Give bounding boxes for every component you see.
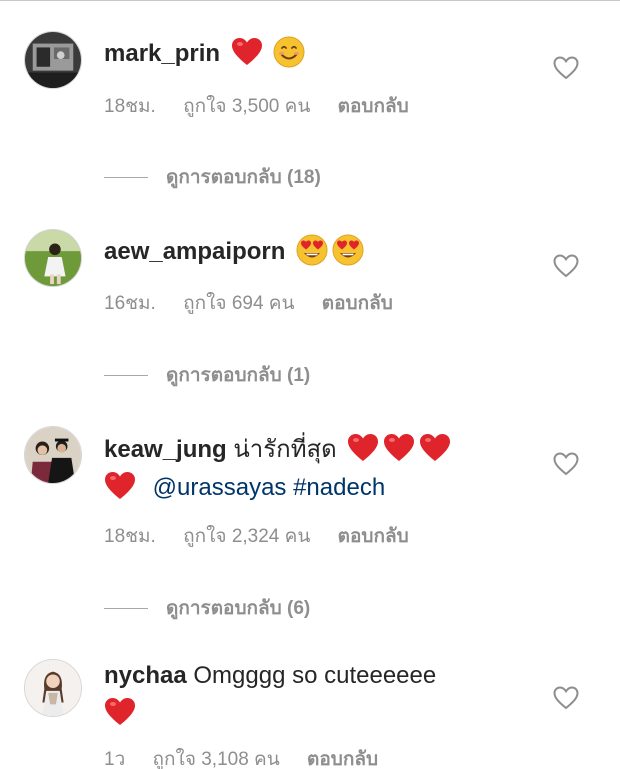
heart-eyes-emoji-icon: [296, 234, 328, 266]
avatar-photo-icon: [25, 427, 81, 483]
divider-line: [104, 177, 148, 179]
comment-time: 18ชม.: [104, 526, 156, 547]
avatar-photo-icon: [25, 32, 81, 88]
comment-username[interactable]: aew_ampaiporn: [104, 238, 285, 265]
comment-time: 16ชม.: [104, 293, 156, 314]
red-heart-emoji-icon: [104, 697, 136, 727]
comment-username[interactable]: keaw_jung: [104, 436, 227, 463]
comment-time: 18ชม.: [104, 96, 156, 117]
avatar-photo-icon: [25, 230, 81, 286]
like-heart-icon[interactable]: [553, 452, 579, 476]
divider-line: [104, 608, 148, 610]
view-replies-label: ดูการตอบกลับ (1): [166, 365, 311, 386]
comment-username[interactable]: nychaa: [104, 662, 187, 689]
avatar-photo-icon: [25, 660, 81, 716]
avatar[interactable]: [24, 31, 82, 89]
avatar[interactable]: [24, 426, 82, 484]
comment-time: 1ว: [104, 749, 126, 769]
red-heart-emoji-icon: [347, 433, 379, 463]
comment-likes[interactable]: ถูกใจ 3,108 คน: [153, 749, 280, 769]
comment-meta: 16ชม. ถูกใจ 694 คน ตอบกลับ: [104, 288, 415, 318]
comment-mentions[interactable]: @urassayas #nadech: [153, 474, 386, 501]
view-replies-button[interactable]: ดูการตอบกลับ (18): [104, 162, 321, 192]
comment-likes[interactable]: ถูกใจ 3,500 คน: [183, 96, 310, 117]
red-heart-emoji-icon: [383, 433, 415, 463]
comment-text: น่ารักที่สุด: [233, 436, 337, 463]
smiling-face-emoji-icon: [273, 36, 305, 68]
comment-text: Omgggg so cuteeeeee: [193, 662, 437, 689]
reply-button[interactable]: ตอบกลับ: [338, 526, 409, 547]
like-heart-icon[interactable]: [553, 686, 579, 710]
view-replies-label: ดูการตอบกลับ (18): [166, 167, 321, 188]
divider-line: [104, 375, 148, 377]
comments-panel: mark_prin 18ชม. ถูกใจ 3,500 คน ตอบกลับ ด…: [0, 0, 620, 769]
reply-button[interactable]: ตอบกลับ: [322, 293, 393, 314]
view-replies-button[interactable]: ดูการตอบกลับ (1): [104, 360, 310, 390]
reply-button[interactable]: ตอบกลับ: [338, 96, 409, 117]
reply-button[interactable]: ตอบกลับ: [307, 749, 378, 769]
red-heart-emoji-icon: [231, 37, 263, 67]
red-heart-emoji-icon: [104, 471, 136, 501]
like-heart-icon[interactable]: [553, 56, 579, 80]
red-heart-emoji-icon: [419, 433, 451, 463]
avatar[interactable]: [24, 229, 82, 287]
comment-meta: 18ชม. ถูกใจ 3,500 คน ตอบกลับ: [104, 91, 431, 121]
comment-username[interactable]: mark_prin: [104, 40, 220, 67]
comment-likes[interactable]: ถูกใจ 694 คน: [183, 293, 294, 314]
comment-meta: 1ว ถูกใจ 3,108 คน ตอบกลับ: [104, 744, 400, 769]
heart-eyes-emoji-icon: [332, 234, 364, 266]
comment-likes[interactable]: ถูกใจ 2,324 คน: [183, 526, 310, 547]
view-replies-button[interactable]: ดูการตอบกลับ (6): [104, 593, 310, 623]
comment-meta: 18ชม. ถูกใจ 2,324 คน ตอบกลับ: [104, 521, 431, 551]
like-heart-icon[interactable]: [553, 254, 579, 278]
avatar[interactable]: [24, 659, 82, 717]
view-replies-label: ดูการตอบกลับ (6): [166, 598, 311, 619]
